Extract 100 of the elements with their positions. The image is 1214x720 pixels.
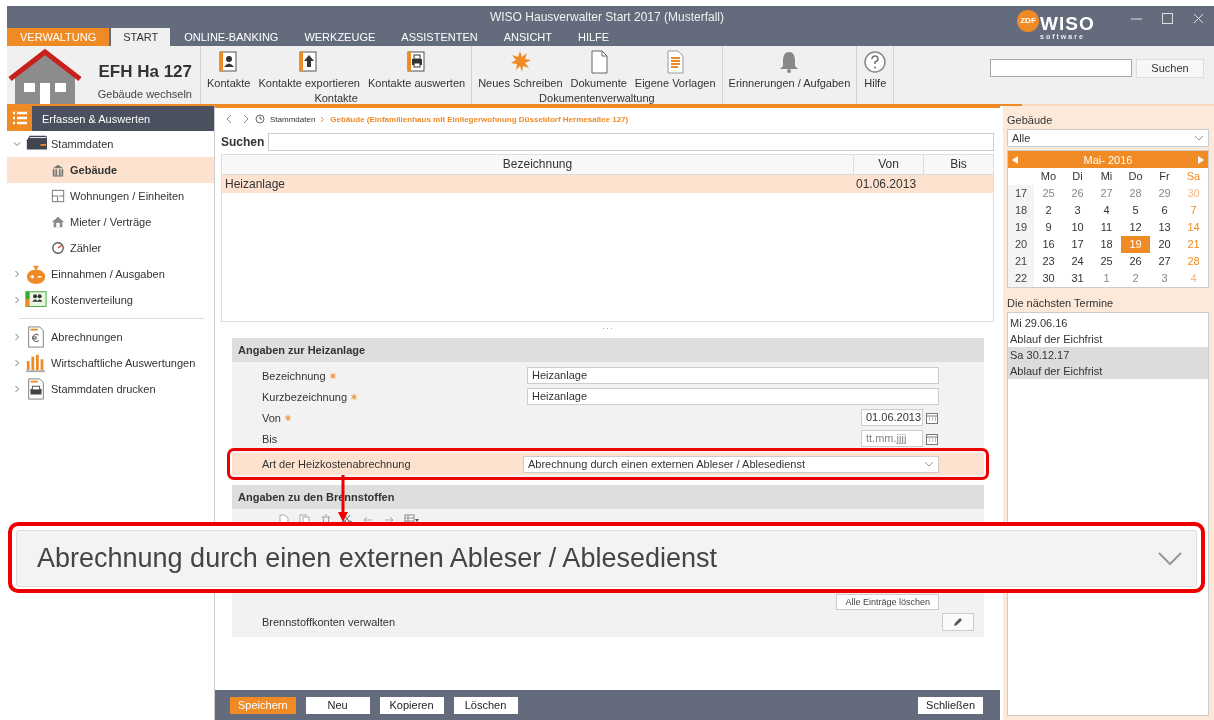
history-icon[interactable] [255,114,265,124]
previous-month-icon[interactable] [1012,155,1018,164]
list-icon[interactable] [7,106,32,131]
footer-button[interactable]: Kopieren [379,696,444,714]
menu-tab[interactable]: ANSICHT [491,28,564,46]
calendar-day[interactable]: 28 [1121,185,1150,202]
calendar-day[interactable]: 30 [1034,270,1063,287]
calendar-day[interactable]: 1 [1092,270,1121,287]
breadcrumb-link[interactable]: Stammdaten [270,114,316,124]
chevron-down-icon[interactable] [13,140,21,148]
sidebar-item[interactable]: Einnahmen / Ausgaben [7,261,214,287]
calendar-day[interactable]: 2 [1121,270,1150,287]
search-button[interactable]: Suchen [1136,58,1204,78]
date-field[interactable]: 01.06.2013 [861,409,923,426]
ribbon-button[interactable]: Kontakte [205,48,253,91]
dropdown[interactable]: Abrechnung durch einen externen Ableser / Ablesedienst [523,455,939,473]
maximize-icon[interactable] [1162,13,1173,24]
calendar-day[interactable]: 3 [1063,202,1092,219]
calendar-day[interactable]: 24 [1063,253,1092,270]
search-field[interactable] [268,133,994,151]
footer-button[interactable]: Neu [305,696,370,714]
chevron-right-icon[interactable] [13,333,21,341]
ribbon-button[interactable]: Erinnerungen / Aufgaben [726,48,853,91]
calendar-day[interactable]: 31 [1063,270,1092,287]
calendar-day[interactable]: 27 [1150,253,1179,270]
calendar-icon[interactable] [925,410,939,425]
chevron-right-icon[interactable] [13,270,21,278]
calendar-day[interactable]: 25 [1034,185,1063,202]
appointment-item[interactable]: Sa 30.12.17 Ablauf der Eichfrist [1008,347,1208,379]
logo-wordmark: WISO [1040,14,1095,33]
text-field[interactable]: Heizanlage [527,388,939,405]
clear-all-button[interactable]: Alle Einträge löschen [836,594,939,610]
ribbon-button[interactable]: Neues Schreiben [476,48,565,91]
change-building-link[interactable]: Gebäude wechseln [97,88,192,100]
week-number: 17 [1008,185,1034,202]
search-field[interactable] [990,59,1132,77]
calendar-day[interactable]: 11 [1092,219,1121,236]
next-month-icon[interactable] [1198,155,1204,164]
ribbon-button[interactable]: Hilfe [861,48,890,91]
calendar-day[interactable]: 20 [1150,236,1179,253]
calendar-day[interactable]: 27 [1092,185,1121,202]
table-row[interactable]: Heizanlage 01.06.2013 [222,175,993,193]
chevron-right-icon[interactable] [13,359,21,367]
calendar-day[interactable]: 5 [1121,202,1150,219]
calendar-day[interactable]: 17 [1063,236,1092,253]
calendar-day[interactable]: 4 [1092,202,1121,219]
weekday-label: Sa [1185,169,1202,184]
calendar-day[interactable]: 9 [1034,219,1063,236]
sidebar-item[interactable]: Stammdaten [7,131,214,157]
column-header[interactable]: Bis [923,155,993,174]
ribbon-button[interactable]: Kontakte auswerten [365,48,468,91]
calendar-day[interactable]: 2 [1034,202,1063,219]
calendar-day[interactable]: 26 [1063,185,1092,202]
chevron-right-icon[interactable] [13,385,21,393]
sidebar-item[interactable]: Gebäude [7,157,214,183]
breadcrumb-current: Gebäude (Einfamilienhaus mit Einliegerwohnung Düsseldorf Hermesallee 127) [330,114,629,124]
appointment-item[interactable]: Mi 29.06.16 Ablauf der Eichfrist [1008,315,1208,347]
calendar-day[interactable]: 26 [1121,253,1150,270]
calendar-icon[interactable] [925,431,939,446]
menu-tab[interactable]: START [111,28,171,46]
sidebar-item[interactable]: Wohnungen / Einheiten [7,183,214,209]
sidebar-item[interactable]: Mieter / Verträge [7,209,214,235]
ribbon-group-label: Kontakte [314,92,358,104]
calendar-day[interactable]: 25 [1092,253,1121,270]
close-icon[interactable] [1193,13,1204,24]
column-header[interactable]: Bezeichnung [222,155,853,174]
footer-button[interactable]: Schließen [918,696,983,714]
calendar-day[interactable]: 18 [1092,236,1121,253]
menu-tab[interactable]: ASSISTENTEN [389,28,490,46]
calendar-day[interactable]: 29 [1150,185,1179,202]
sidebar-item[interactable]: Abrechnungen [7,324,214,350]
calendar-day[interactable]: 12 [1121,219,1150,236]
sidebar-item[interactable]: Wirtschaftliche Auswertungen [7,350,214,376]
weekday-label: Di [1071,169,1084,184]
weekday-label: Fr [1158,169,1171,184]
calendar-day[interactable]: 3 [1150,270,1179,287]
sidebar-item[interactable]: Kostenverteilung [7,287,214,313]
menu-tab[interactable]: ONLINE-BANKING [172,28,291,46]
menu-tab[interactable]: WERKZEUGE [292,28,388,46]
building-dropdown[interactable]: Alle [1007,129,1209,147]
calendar-day[interactable]: 6 [1150,202,1179,219]
text-field[interactable]: Heizanlage [527,367,939,384]
chevron-right-icon[interactable] [13,296,21,304]
sidebar-item[interactable]: Stammdaten drucken [7,376,214,402]
calendar-day[interactable]: 10 [1063,219,1092,236]
ribbon-button[interactable]: Kontakte exportieren [256,48,362,91]
ribbon-button[interactable]: Dokumente [568,48,629,91]
column-header[interactable]: Von [853,155,923,174]
money-bag-icon [25,263,47,285]
sidebar-item[interactable]: Zähler [7,235,214,261]
calendar-day[interactable]: 13 [1150,219,1179,236]
date-field[interactable]: tt.mm.jjjj [861,430,923,447]
calendar-day[interactable]: 16 [1034,236,1063,253]
edit-button[interactable] [942,613,974,631]
ribbon-button[interactable]: Eigene Vorlagen [632,48,718,91]
weekday-label: Mi [1099,169,1114,184]
footer-button[interactable]: Löschen [453,696,518,714]
menu-tab[interactable]: HILFE [566,28,622,46]
calendar-day[interactable]: 23 [1034,253,1063,270]
table-cell-text: 01.06.2013 [855,176,918,193]
